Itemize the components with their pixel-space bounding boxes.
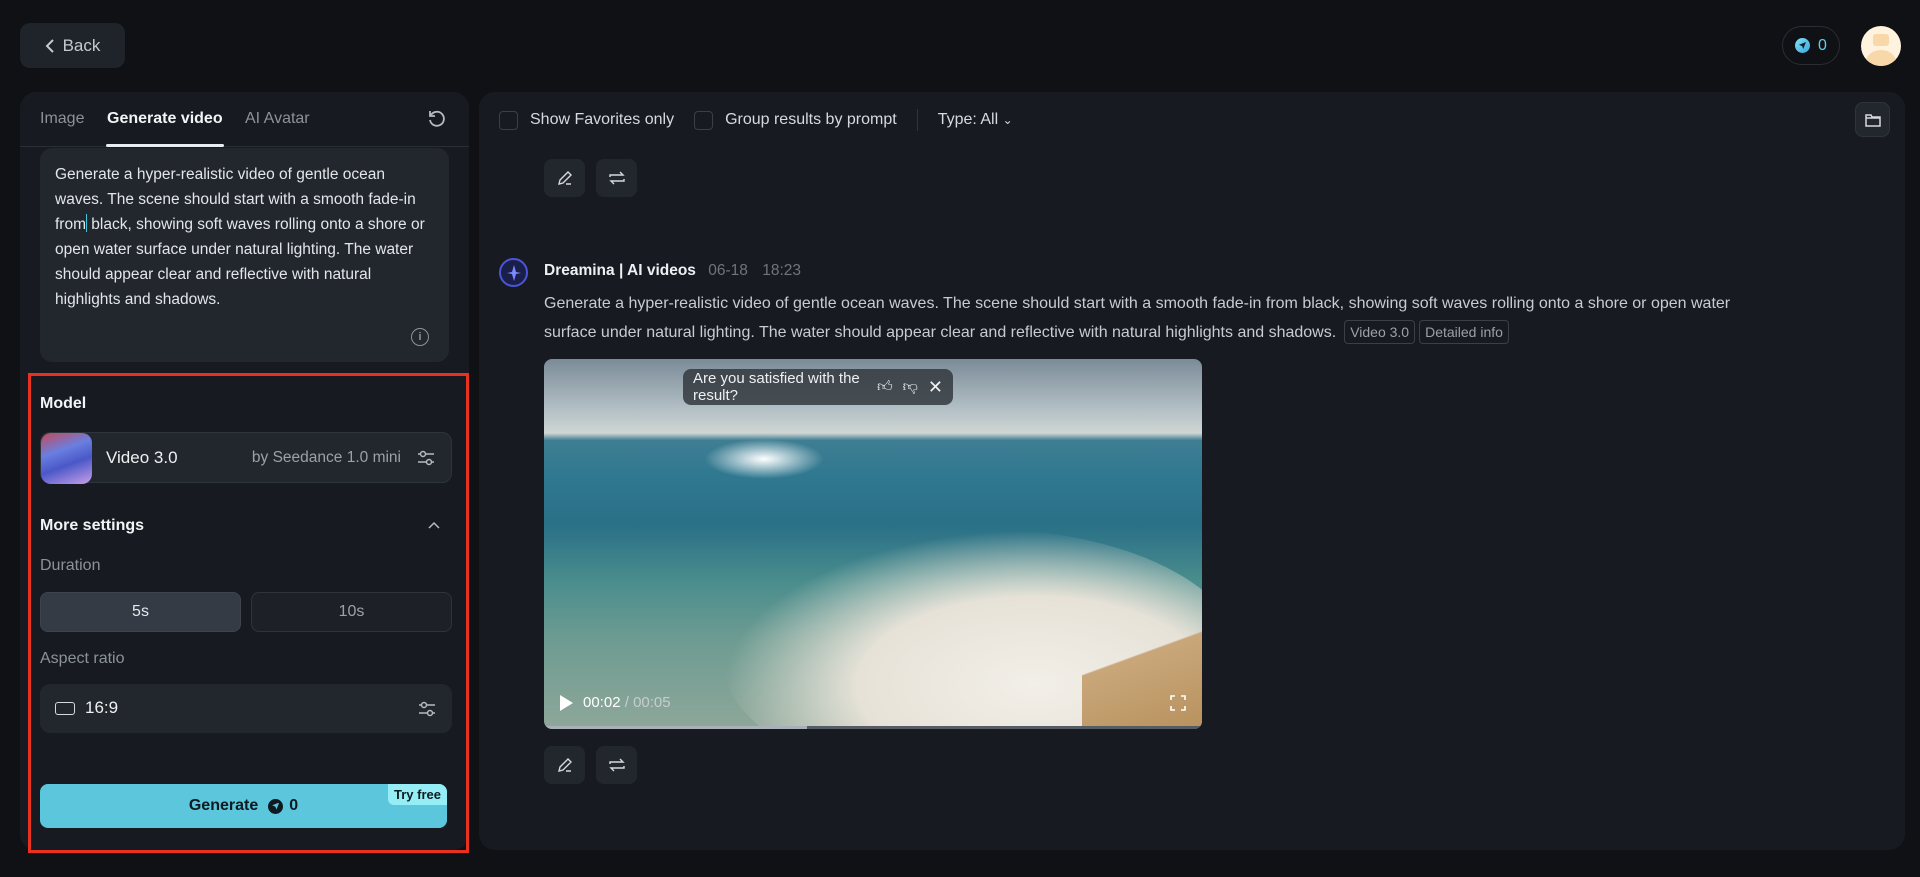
tab-image[interactable]: Image xyxy=(40,110,84,128)
result-header: Dreamina | AI videos 06-18 18:23 xyxy=(544,262,801,280)
sand xyxy=(1082,609,1202,729)
result-prompt-text: Generate a hyper-realistic video of gent… xyxy=(544,295,1730,341)
type-filter-dropdown[interactable]: Type: All ⌄ xyxy=(938,111,1013,129)
landscape-icon xyxy=(55,702,75,715)
info-icon[interactable]: i xyxy=(411,328,429,346)
model-thumbnail xyxy=(41,433,92,484)
result-prompt: Generate a hyper-realistic video of gent… xyxy=(544,289,1764,347)
model-selector[interactable]: Video 3.0 by Seedance 1.0 mini xyxy=(40,432,452,483)
result-author: Dreamina | AI videos xyxy=(544,262,696,279)
aspect-ratio-label: Aspect ratio xyxy=(40,650,124,668)
pencil-icon xyxy=(557,170,573,186)
aspect-ratio-value: 16:9 xyxy=(85,698,118,718)
model-name: Video 3.0 xyxy=(106,448,178,468)
folder-icon xyxy=(1865,113,1881,127)
credits-count: 0 xyxy=(1818,37,1827,55)
repeat-icon xyxy=(608,170,626,186)
generate-button[interactable]: Generate 0 Try free xyxy=(40,784,447,828)
fullscreen-icon[interactable] xyxy=(1170,695,1186,711)
result-time: 18:23 xyxy=(762,262,801,279)
survey-text: Are you satisfied with the result? xyxy=(693,370,867,404)
result-actions-top xyxy=(544,159,637,197)
regenerate-button[interactable] xyxy=(596,159,637,197)
model-provider: by Seedance 1.0 mini xyxy=(252,449,401,467)
reset-icon[interactable] xyxy=(427,109,447,129)
play-icon[interactable] xyxy=(560,695,573,711)
result-date: 06-18 xyxy=(708,262,748,279)
video-controls: 00:02 / 00:05 xyxy=(560,694,671,711)
video-progress-bar[interactable] xyxy=(544,726,1202,729)
edit-button[interactable] xyxy=(544,159,585,197)
duration-label: Duration xyxy=(40,557,100,575)
chevron-down-icon: ⌄ xyxy=(1003,113,1013,127)
back-label: Back xyxy=(63,36,101,56)
show-favorites-label[interactable]: Show Favorites only xyxy=(530,111,674,129)
video-progress-fill xyxy=(544,726,807,729)
credits-badge[interactable]: 0 xyxy=(1782,26,1840,65)
show-favorites-checkbox[interactable] xyxy=(499,111,518,130)
back-button[interactable]: Back xyxy=(20,23,125,68)
generate-cost: 0 xyxy=(289,797,298,815)
prompt-textarea[interactable]: Generate a hyper-realistic video of gent… xyxy=(40,148,449,362)
group-by-prompt-label[interactable]: Group results by prompt xyxy=(725,111,897,129)
aspect-ratio-selector[interactable]: 16:9 xyxy=(40,684,452,733)
credit-icon xyxy=(1795,38,1810,53)
results-toolbar: Show Favorites only Group results by pro… xyxy=(499,109,1013,131)
more-settings-label: More settings xyxy=(40,517,144,535)
tab-ai-avatar[interactable]: AI Avatar xyxy=(245,110,310,128)
close-icon[interactable]: ✕ xyxy=(928,377,943,398)
divider xyxy=(917,109,918,131)
video-player[interactable]: Are you satisfied with the result? 👍︎ 👎︎… xyxy=(544,359,1202,729)
mode-tabs: Image Generate video AI Avatar xyxy=(20,92,469,147)
group-by-prompt-checkbox[interactable] xyxy=(694,111,713,130)
dreamina-logo-icon xyxy=(499,258,528,287)
current-time: 00:02 xyxy=(583,694,621,711)
generate-label: Generate xyxy=(189,797,258,815)
duration-5s-button[interactable]: 5s xyxy=(40,592,241,632)
tab-generate-video[interactable]: Generate video xyxy=(107,110,223,128)
thumbs-up-icon[interactable]: 👍︎ xyxy=(877,378,893,396)
chevron-left-icon xyxy=(45,39,55,53)
settings-sliders-icon[interactable] xyxy=(418,701,436,717)
satisfaction-survey: Are you satisfied with the result? 👍︎ 👎︎… xyxy=(683,369,953,405)
folder-button[interactable] xyxy=(1855,102,1890,137)
regenerate-button[interactable] xyxy=(596,746,637,784)
chevron-up-icon[interactable] xyxy=(428,521,440,529)
model-tag[interactable]: Video 3.0 xyxy=(1344,320,1415,344)
duration-10s-button[interactable]: 10s xyxy=(251,592,452,632)
result-actions xyxy=(544,746,637,784)
repeat-icon xyxy=(608,757,626,773)
settings-sliders-icon[interactable] xyxy=(417,450,435,466)
total-duration: 00:05 xyxy=(633,694,671,711)
user-avatar[interactable] xyxy=(1861,26,1901,66)
edit-button[interactable] xyxy=(544,746,585,784)
sun-glare xyxy=(704,439,824,479)
model-label: Model xyxy=(40,395,86,413)
thumbs-down-icon[interactable]: 👎︎ xyxy=(903,378,918,396)
credit-icon xyxy=(268,799,283,814)
pencil-icon xyxy=(557,757,573,773)
type-filter-label: Type: All xyxy=(938,111,998,128)
detailed-info-tag[interactable]: Detailed info xyxy=(1419,320,1509,344)
prompt-text-rest: black, showing soft waves rolling onto a… xyxy=(55,216,425,308)
try-free-badge: Try free xyxy=(388,784,447,805)
